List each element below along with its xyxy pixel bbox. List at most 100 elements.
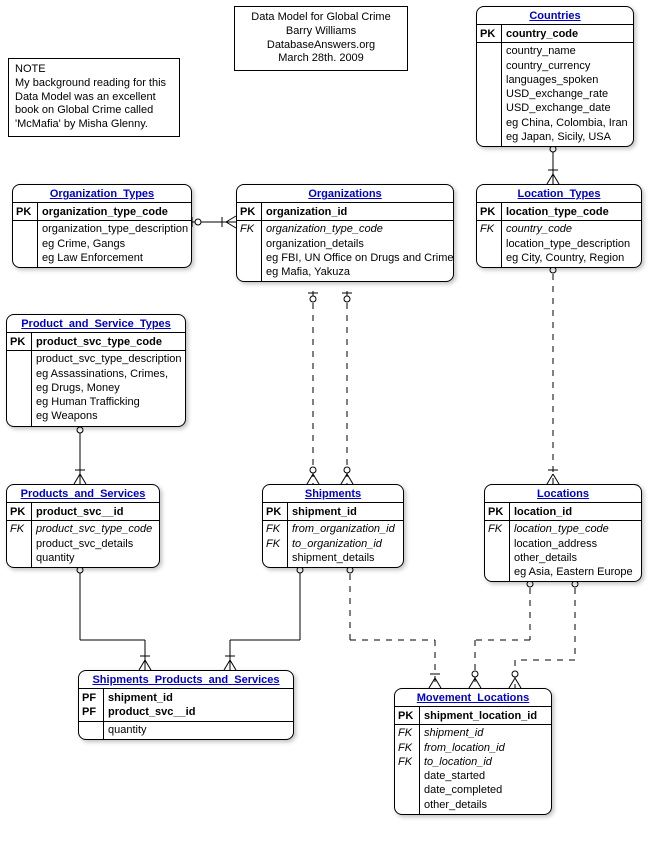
entity-title: Product_and_Service_Types — [7, 315, 185, 333]
attr-key: PK — [240, 205, 258, 219]
attr-name: country_code — [506, 27, 629, 41]
attr-key: PK — [10, 505, 28, 519]
attr-name: country_currency — [506, 59, 629, 73]
attr-name: product_svc__id — [108, 705, 289, 719]
attr-name: shipment_details — [292, 551, 399, 565]
title-line4: March 28th. 2009 — [241, 52, 401, 66]
attr-key: FK — [398, 755, 416, 769]
entity-title: Shipments — [263, 485, 403, 503]
attr-name: shipment_location_id — [424, 709, 547, 723]
attr-name: product_svc_type_code — [36, 522, 155, 536]
attr-name: shipment_id — [292, 505, 399, 519]
attr-name: product_svc_type_description — [36, 352, 182, 366]
attr-name: shipment_id — [108, 691, 289, 705]
entity-movement-locations: Movement_Locations PKFKFKFK shipment_loc… — [394, 688, 552, 815]
attr-key: FK — [480, 222, 498, 236]
entity-title: Products_and_Services — [7, 485, 159, 503]
attr-key — [240, 237, 258, 251]
title-line2: Barry Williams — [241, 25, 401, 39]
attr-name: languages_spoken — [506, 73, 629, 87]
entity-title: Movement_Locations — [395, 689, 551, 707]
attr-name: country_name — [506, 44, 629, 58]
attr-key — [398, 798, 416, 812]
entity-title: Organizations — [237, 185, 453, 203]
attr-key — [266, 551, 284, 565]
attr-key: PK — [266, 505, 284, 519]
attr-key — [480, 87, 498, 101]
attr-name: date_started — [424, 769, 547, 783]
attr-key — [480, 130, 498, 144]
attr-name: eg City, Country, Region — [506, 251, 637, 265]
attr-key — [480, 101, 498, 115]
attr-key — [480, 59, 498, 73]
attr-name: eg Assassinations, Crimes, — [36, 367, 182, 381]
attr-key — [488, 565, 506, 579]
attr-name: other_details — [514, 551, 637, 565]
attr-name: to_organization_id — [292, 537, 399, 551]
attr-name: organization_type_code — [266, 222, 453, 236]
note-l1: My background reading for this — [15, 77, 173, 91]
attr-key: PK — [480, 27, 498, 41]
attr-key: FK — [488, 522, 506, 536]
attr-name: eg Law Enforcement — [42, 251, 188, 265]
title-line3: DatabaseAnswers.org — [241, 39, 401, 53]
entity-countries: Countries PK country_codecountry_namecou… — [476, 6, 634, 147]
attr-name: date_completed — [424, 783, 547, 797]
attr-name: USD_exchange_rate — [506, 87, 629, 101]
attr-name: eg Japan, Sicily, USA — [506, 130, 629, 144]
entity-shipments-products-services: Shipments_Products_and_Services PFPF shi… — [78, 670, 294, 740]
attr-name: from_organization_id — [292, 522, 399, 536]
attr-name: quantity — [108, 723, 289, 737]
entity-title: Location_Types — [477, 185, 641, 203]
attr-key — [480, 116, 498, 130]
note-title: NOTE — [15, 63, 173, 77]
attr-key — [10, 395, 28, 409]
attr-name: product_svc_type_code — [36, 335, 182, 349]
attr-name: eg Weapons — [36, 409, 182, 423]
attr-name: organization_id — [266, 205, 453, 219]
attr-key — [16, 222, 34, 236]
attr-key — [16, 251, 34, 265]
attr-key — [480, 237, 498, 251]
entity-organizations: Organizations PK FK organization_idorgani… — [236, 184, 454, 282]
entity-title: Organization_Types — [13, 185, 191, 203]
attr-name: product_svc__id — [36, 505, 155, 519]
entity-products-and-services: Products_and_Services PK FK product_svc__… — [6, 484, 160, 568]
attr-name: location_type_code — [514, 522, 637, 536]
entity-locations: Locations PKFK location_idlocation_type_… — [484, 484, 642, 582]
attr-key: PF — [82, 705, 100, 719]
attr-key — [10, 352, 28, 366]
attr-name: eg Human Trafficking — [36, 395, 182, 409]
attr-key — [480, 73, 498, 87]
attr-name: quantity — [36, 551, 155, 565]
attr-key: FK — [10, 522, 28, 536]
attr-key: PK — [480, 205, 498, 219]
entity-shipments: Shipments PKFKFK shipment_idfrom_organiz… — [262, 484, 404, 568]
attr-name: organization_details — [266, 237, 453, 251]
entity-location-types: Location_Types PKFK location_type_codeco… — [476, 184, 642, 268]
attr-key — [82, 723, 100, 737]
attr-name: other_details — [424, 798, 547, 812]
attr-key — [488, 551, 506, 565]
attr-key — [240, 265, 258, 279]
attr-key: PK — [488, 505, 506, 519]
attr-key: FK — [398, 741, 416, 755]
attr-name: location_id — [514, 505, 637, 519]
diagram-title-box: Data Model for Global Crime Barry Willia… — [234, 6, 408, 71]
attr-key — [10, 551, 28, 565]
title-line1: Data Model for Global Crime — [241, 11, 401, 25]
attr-name: location_type_code — [506, 205, 637, 219]
entity-organization-types: Organization_Types PK organization_type_… — [12, 184, 192, 268]
attr-name: eg FBI, UN Office on Drugs and Crime — [266, 251, 453, 265]
attr-name: location_address — [514, 537, 637, 551]
attr-key: PK — [16, 205, 34, 219]
attr-key — [10, 537, 28, 551]
attr-key — [10, 367, 28, 381]
attr-key — [240, 251, 258, 265]
attr-key: FK — [266, 522, 284, 536]
note-l3: book on Global Crime called — [15, 104, 173, 118]
attr-name: product_svc_details — [36, 537, 155, 551]
attr-key: FK — [240, 222, 258, 236]
attr-name: from_location_id — [424, 741, 547, 755]
attr-name: organization_type_description — [42, 222, 188, 236]
